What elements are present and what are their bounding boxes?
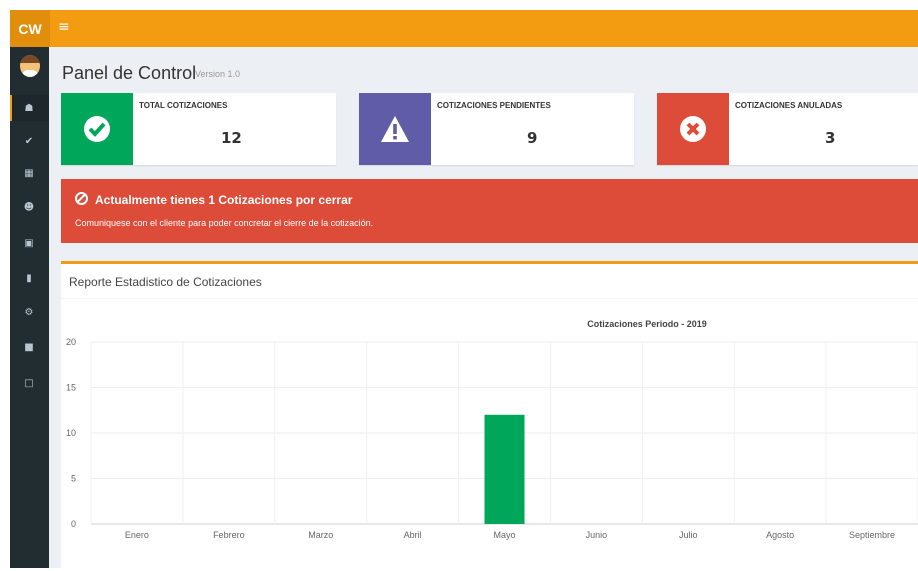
- x-circle-icon: [657, 93, 729, 165]
- info-value-cancelled: 3: [825, 129, 836, 147]
- alert-title: Actualmente tienes 1 Cotizaciones por ce…: [95, 193, 353, 207]
- info-value-pending: 9: [527, 129, 538, 147]
- info-box-pending[interactable]: COTIZACIONES PENDIENTES 9: [359, 93, 634, 165]
- check-circle-icon[interactable]: ✔: [20, 132, 38, 150]
- lock-icon[interactable]: ■: [20, 338, 38, 356]
- report-title: Reporte Estadistico de Cotizaciones: [69, 275, 262, 289]
- file-icon[interactable]: □: [20, 374, 38, 392]
- check-icon: [61, 93, 133, 165]
- top-navbar: CW ≡: [10, 10, 918, 47]
- y-tick-label: 10: [66, 428, 76, 438]
- calendar-icon[interactable]: ▣: [20, 234, 38, 252]
- bar: [484, 414, 525, 524]
- x-tick-label: Enero: [125, 530, 149, 540]
- bar-chart-icon[interactable]: ▮: [20, 269, 38, 287]
- chart-title: Cotizaciones Periodo - 2019: [587, 319, 707, 329]
- ban-icon: [75, 192, 88, 205]
- y-tick-label: 20: [66, 337, 76, 347]
- alert-banner: Actualmente tienes 1 Cotizaciones por ce…: [61, 179, 918, 243]
- warning-icon: [359, 93, 431, 165]
- gear-icon[interactable]: ⚙: [20, 303, 38, 321]
- info-box-cancelled[interactable]: COTIZACIONES ANULADAS 3: [657, 93, 918, 165]
- grid-icon[interactable]: ▦: [20, 164, 38, 182]
- y-tick-label: 5: [71, 474, 76, 484]
- bar-chart: Cotizaciones Periodo - 2019 0 5 10 15 20 Enero…: [66, 319, 918, 540]
- users-icon[interactable]: ☻: [20, 198, 38, 216]
- info-label-total: TOTAL COTIZACIONES: [139, 101, 228, 110]
- frame-left: [0, 0, 10, 568]
- report-box: Reporte Estadistico de Cotizaciones Coti…: [61, 261, 918, 571]
- x-tick-label: Septiembre: [849, 530, 895, 540]
- info-label-pending: COTIZACIONES PENDIENTES: [437, 101, 551, 110]
- frame-top: [0, 0, 918, 10]
- app-logo[interactable]: CW: [10, 10, 50, 47]
- y-tick-label: 0: [71, 519, 76, 529]
- page-title: Panel de Control: [62, 63, 197, 83]
- y-tick-label: 15: [66, 383, 76, 393]
- info-box-total[interactable]: TOTAL COTIZACIONES 12: [61, 93, 336, 165]
- info-label-cancelled: COTIZACIONES ANULADAS: [735, 101, 843, 110]
- home-icon[interactable]: ☗: [20, 99, 38, 117]
- x-tick-label: Abril: [404, 530, 422, 540]
- page-version: Version 1.0: [195, 69, 241, 79]
- x-tick-label: Julio: [679, 530, 698, 540]
- x-tick-label: Febrero: [213, 530, 245, 540]
- avatar[interactable]: [20, 55, 40, 77]
- hamburger-icon[interactable]: ≡: [58, 19, 70, 35]
- info-value-total: 12: [221, 129, 242, 147]
- x-tick-label: Mayo: [493, 530, 515, 540]
- x-tick-label: Marzo: [308, 530, 333, 540]
- alert-text: Comuniquese con el cliente para poder co…: [75, 218, 374, 228]
- x-tick-label: Junio: [586, 530, 608, 540]
- sidebar: ☗ ✔ ▦ ☻ ▣ ▮ ⚙ ■ □: [10, 47, 49, 568]
- x-tick-label: Agosto: [766, 530, 794, 540]
- main-content: Panel de Control Version 1.0 TOTAL COTIZ…: [49, 47, 918, 571]
- report-divider: [61, 298, 918, 299]
